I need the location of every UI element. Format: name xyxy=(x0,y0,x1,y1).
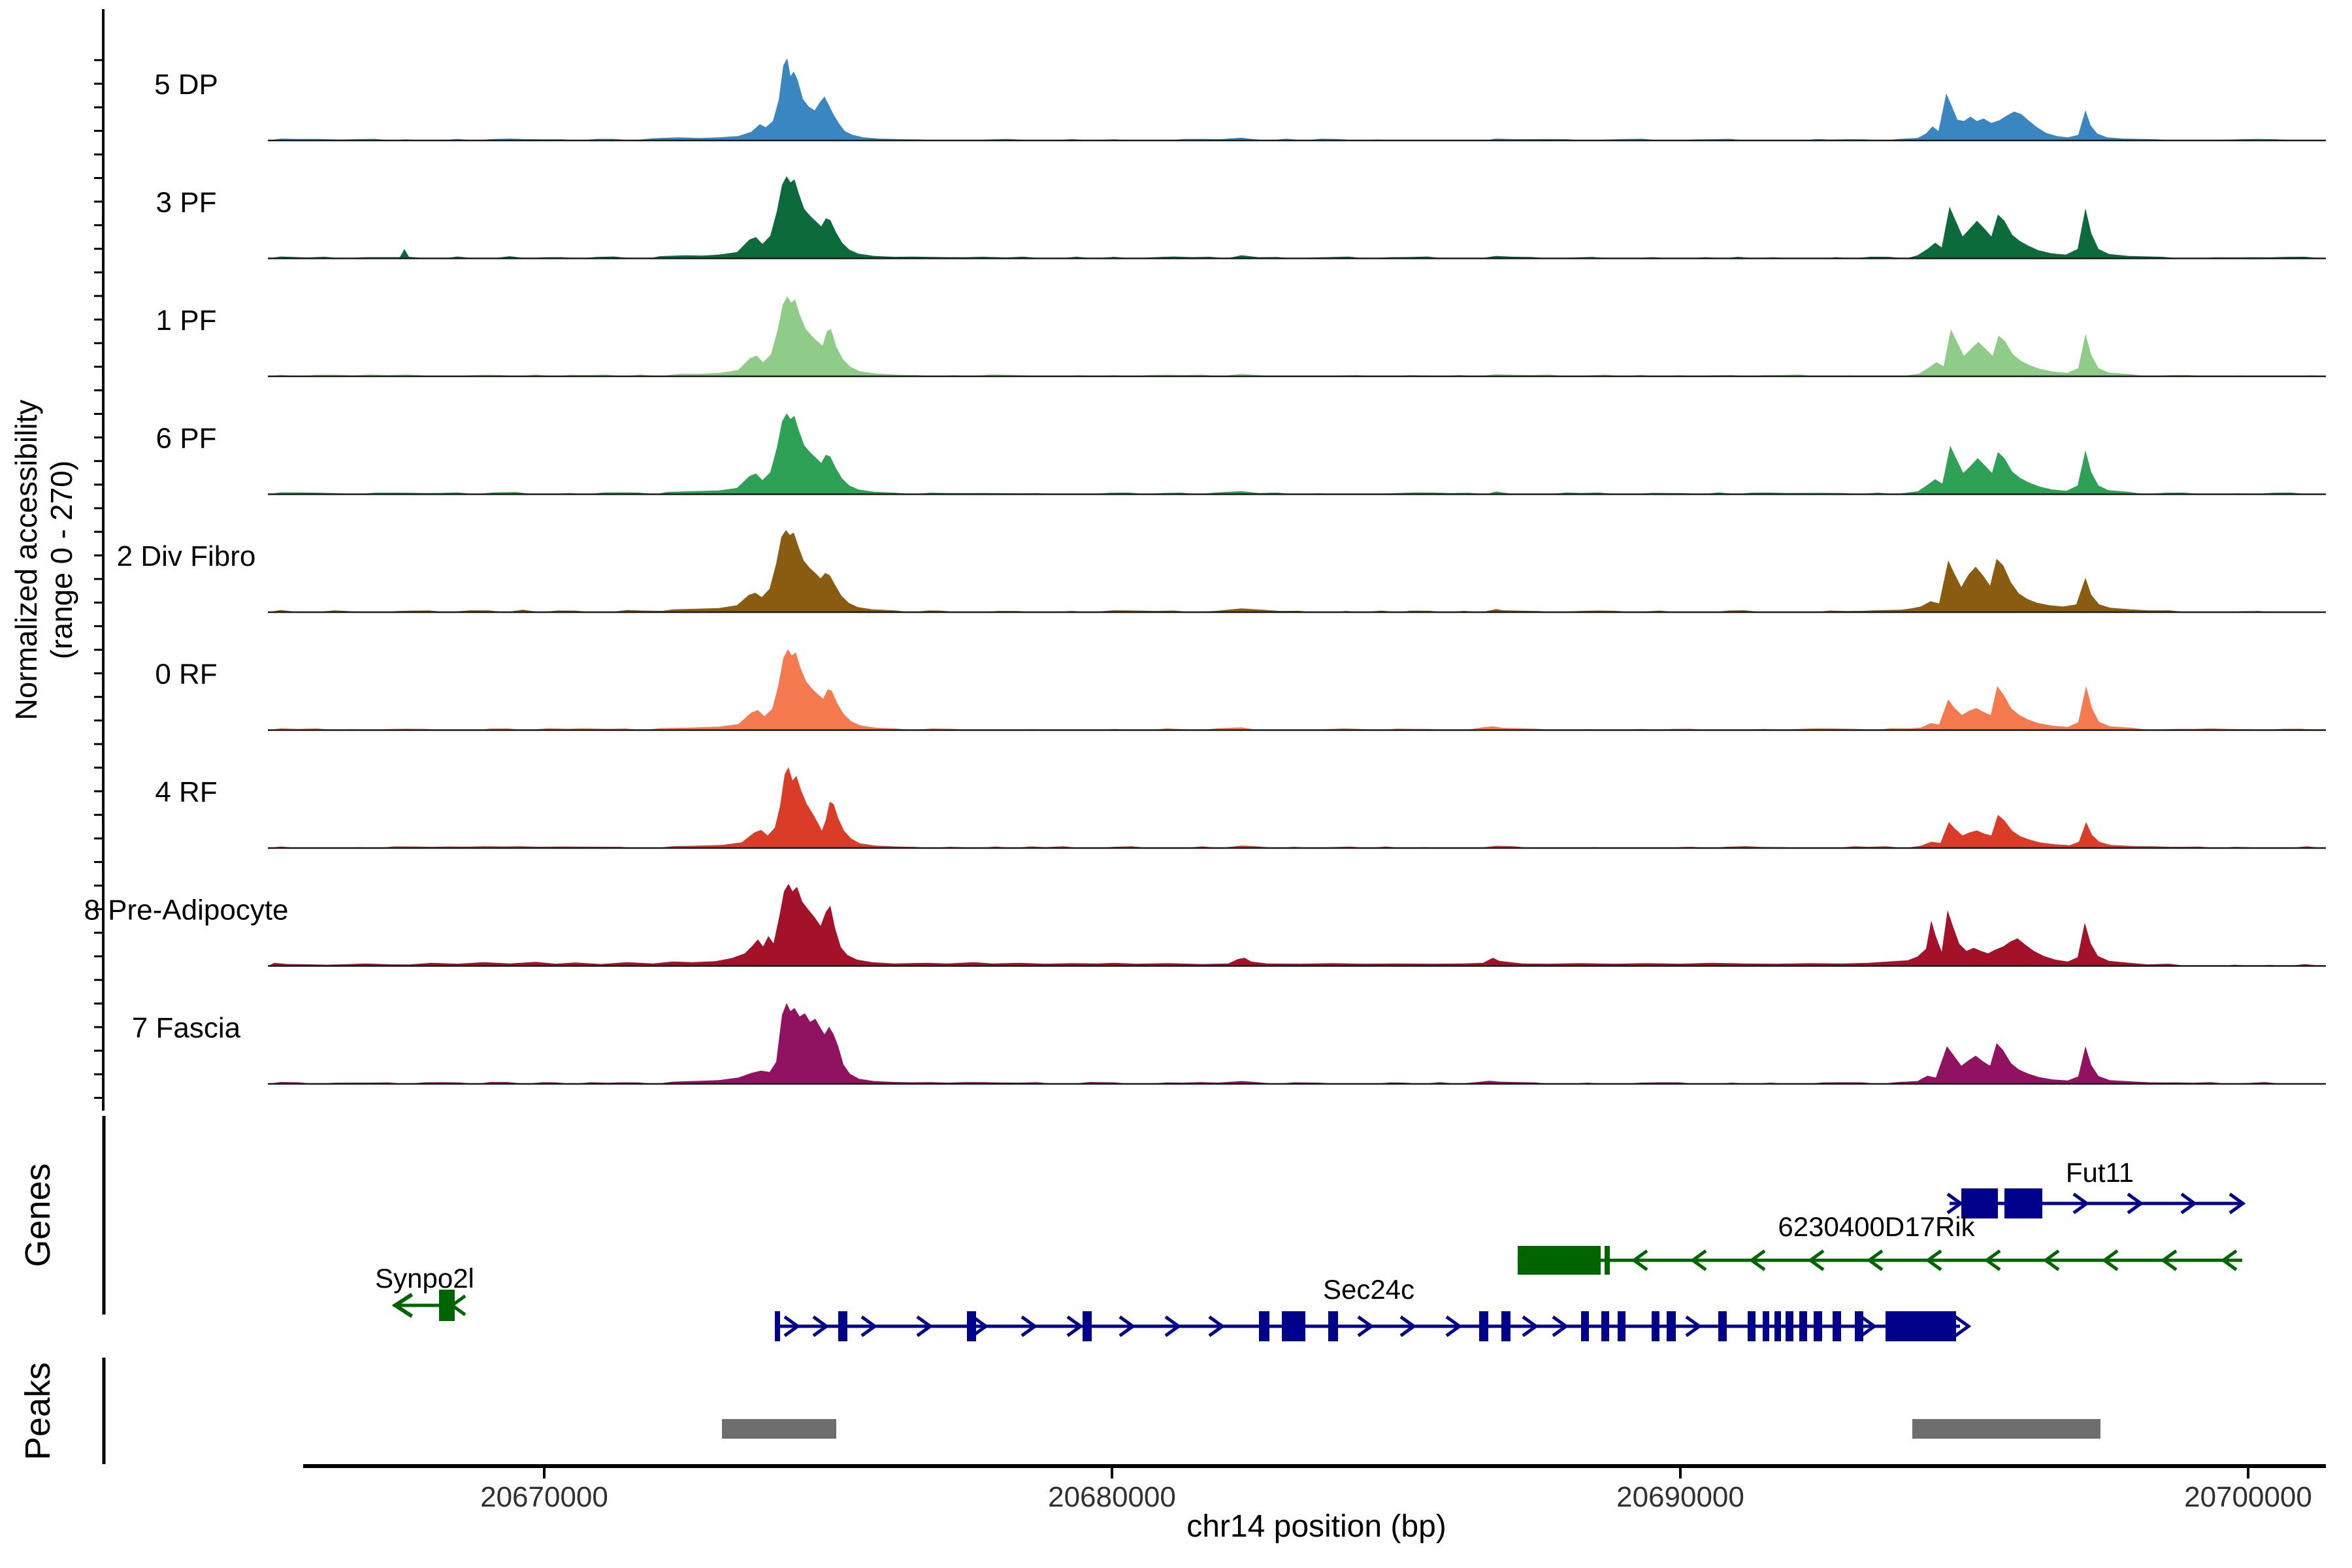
genome-browser-figure: Normalized accessibility (range 0 - 270)… xyxy=(0,0,2352,1568)
x-axis-title: chr14 position (bp) xyxy=(1186,1509,1446,1544)
y-axis-label-line1: Normalized accessibility xyxy=(9,400,43,721)
coverage-area xyxy=(268,884,2326,966)
gene-exon xyxy=(1259,1311,1269,1341)
gene-exon xyxy=(1718,1311,1727,1341)
gene-label: Synpo2l xyxy=(375,1263,474,1294)
gene-exon xyxy=(1618,1311,1625,1341)
gene-exon xyxy=(1083,1311,1092,1341)
gene-exon xyxy=(1786,1311,1793,1341)
coverage-area xyxy=(268,530,2326,612)
coverage-tracks: 5 DP 3 PF 1 PF 6 PF 2 Div Fibro 0 RF 4 RF 8 Pre… xyxy=(84,58,2326,1084)
coverage-track: 7 Fascia xyxy=(132,1003,2326,1084)
coverage-track: 1 PF xyxy=(156,297,2326,376)
gene-exon xyxy=(967,1311,976,1341)
track-label: 6 PF xyxy=(156,423,217,455)
gene-exon xyxy=(1833,1311,1841,1341)
gene-exon xyxy=(1605,1246,1610,1275)
gene-label: Sec24c xyxy=(1323,1274,1414,1305)
gene-exon xyxy=(1763,1311,1769,1341)
y-axis-label-line2: (range 0 - 270) xyxy=(44,461,78,659)
genome-axis-tick-label: 20700000 xyxy=(2184,1481,2312,1513)
gene-exon xyxy=(1799,1311,1807,1341)
genes-track: Synpo2l Fut11 6230400D17Rik Sec24c xyxy=(375,1157,2243,1341)
peak-region-bar xyxy=(1912,1419,2100,1439)
coverage-area xyxy=(268,297,2326,376)
gene-exon xyxy=(1479,1311,1488,1341)
track-label: 4 RF xyxy=(155,776,217,808)
track-label: 1 PF xyxy=(156,304,217,336)
genome-position-axis: 20670000 20680000 20690000 20700000 xyxy=(303,1466,2326,1513)
coverage-track: 8 Pre-Adipocyte xyxy=(84,884,2326,966)
coverage-area xyxy=(268,414,2326,495)
gene-exon xyxy=(2004,1188,2042,1218)
track-label: 8 Pre-Adipocyte xyxy=(84,894,288,926)
coverage-area xyxy=(268,767,2326,848)
gene-model-6230400d17rik: 6230400D17Rik xyxy=(1518,1211,2242,1275)
gene-exon xyxy=(439,1290,455,1321)
coverage-track: 5 DP xyxy=(154,58,2326,140)
gene-model-synpo2l: Synpo2l xyxy=(375,1263,474,1321)
gene-exon xyxy=(1886,1311,1956,1341)
gene-exon xyxy=(1814,1311,1822,1341)
peaks-track xyxy=(722,1419,2100,1439)
genes-section-label: Genes xyxy=(18,1163,57,1267)
coverage-track: 6 PF xyxy=(156,414,2326,495)
coverage-track: 4 RF xyxy=(155,767,2326,848)
gene-label: 6230400D17Rik xyxy=(1778,1211,1975,1242)
peak-region-bar xyxy=(722,1419,836,1439)
track-label: 3 PF xyxy=(156,187,217,219)
coverage-track: 2 Div Fibro xyxy=(117,530,2326,612)
genome-axis-tick-label: 20670000 xyxy=(480,1481,608,1513)
track-label: 5 DP xyxy=(154,69,218,101)
track-label: 0 RF xyxy=(155,659,217,691)
coverage-area xyxy=(268,649,2326,730)
gene-exon xyxy=(1774,1311,1781,1341)
genome-axis-tick-label: 20690000 xyxy=(1616,1481,1744,1513)
gene-exon xyxy=(1282,1311,1305,1341)
genome-axis-tick-label: 20680000 xyxy=(1048,1481,1176,1513)
figure-root: Normalized accessibility (range 0 - 270)… xyxy=(0,0,2352,1568)
gene-model-sec24c: Sec24c xyxy=(775,1274,1968,1341)
accessibility-axis xyxy=(94,9,103,1111)
gene-exon xyxy=(1518,1246,1601,1275)
gene-exon xyxy=(1748,1311,1756,1341)
gene-exon xyxy=(775,1311,780,1341)
coverage-area xyxy=(268,1003,2326,1084)
gene-exon xyxy=(1581,1311,1589,1341)
coverage-track: 3 PF xyxy=(156,176,2326,259)
gene-exon xyxy=(1601,1311,1609,1341)
gene-model-fut11: Fut11 xyxy=(1949,1157,2243,1218)
gene-exon xyxy=(1667,1311,1676,1341)
track-label: 7 Fascia xyxy=(132,1012,241,1044)
coverage-area xyxy=(268,176,2326,259)
gene-exon xyxy=(1501,1311,1511,1341)
gene-label: Fut11 xyxy=(2066,1157,2134,1188)
track-label: 2 Div Fibro xyxy=(117,540,256,572)
peaks-section-label: Peaks xyxy=(18,1362,57,1460)
gene-exon xyxy=(1855,1311,1863,1341)
coverage-area xyxy=(268,58,2326,140)
gene-exon xyxy=(1652,1311,1659,1341)
coverage-track: 0 RF xyxy=(155,649,2326,730)
gene-exon xyxy=(1328,1311,1338,1341)
gene-exon xyxy=(838,1311,847,1341)
